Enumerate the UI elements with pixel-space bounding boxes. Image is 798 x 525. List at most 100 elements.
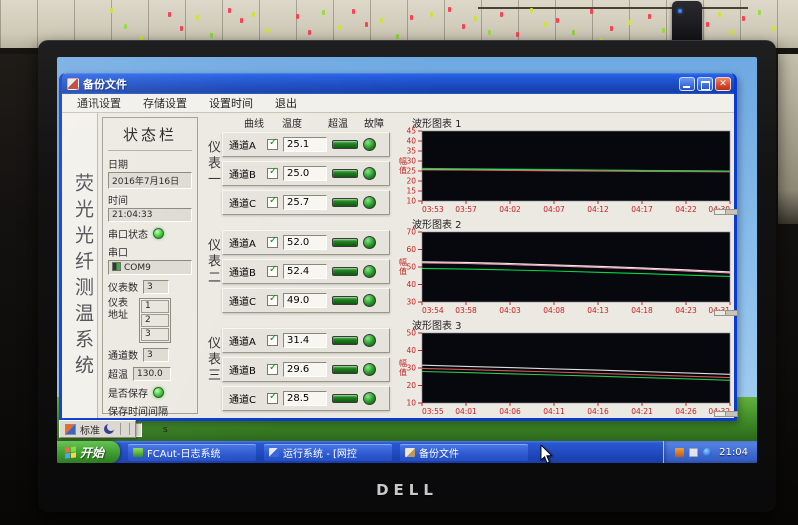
time-display: 21:04:33 xyxy=(108,208,192,222)
titlebar[interactable]: 备份文件 xyxy=(62,73,734,94)
status-panel-title: 状态栏 xyxy=(108,120,192,151)
curve-checkbox[interactable] xyxy=(267,295,278,306)
svg-text:04:02: 04:02 xyxy=(499,205,521,214)
curve-checkbox[interactable] xyxy=(267,266,278,277)
meter-address-list[interactable]: 1 2 3 xyxy=(139,298,171,343)
svg-text:10: 10 xyxy=(406,197,416,206)
taskbar-item-backup-file[interactable]: 备份文件 xyxy=(400,444,528,461)
meter-count-label: 仪表数 xyxy=(108,279,138,294)
overtemp-led xyxy=(332,394,358,403)
io-connector-icon xyxy=(112,262,121,271)
minimize-button[interactable] xyxy=(679,77,695,91)
svg-text:04:17: 04:17 xyxy=(631,205,653,214)
run-app-icon xyxy=(269,448,279,457)
meter-address-item[interactable]: 3 xyxy=(141,328,169,341)
waveform-chart-1: 波形图表 1 101520253035404503:5303:5704:0204… xyxy=(392,115,738,215)
date-label: 日期 xyxy=(108,156,192,171)
svg-text:04:26: 04:26 xyxy=(675,407,697,416)
serial-port-select[interactable]: COM9 xyxy=(108,260,192,275)
svg-text:04:07: 04:07 xyxy=(543,205,565,214)
chart-1-scrollbar[interactable] xyxy=(714,209,738,215)
curve-checkbox[interactable] xyxy=(267,197,278,208)
fault-led xyxy=(363,138,376,151)
curve-checkbox[interactable] xyxy=(267,364,278,375)
svg-text:50: 50 xyxy=(406,329,416,338)
temperature-display: 25.1 xyxy=(283,137,327,152)
taskbar-item-label: 运行系统 - [网控 xyxy=(283,445,357,460)
menu-comm-settings[interactable]: 通讯设置 xyxy=(66,95,132,111)
save-interval-unit: s xyxy=(163,425,168,435)
meter-count-input[interactable]: 3 xyxy=(143,280,169,294)
channel-row: 通道B 52.4 xyxy=(222,259,390,284)
instrument-1-name: 仪表一 xyxy=(203,140,222,220)
channel-label: 通道B xyxy=(229,362,262,377)
fault-led xyxy=(363,294,376,307)
time-label: 时间 xyxy=(108,192,192,207)
taskbar-item-run-system[interactable]: 运行系统 - [网控 xyxy=(264,444,392,461)
close-button[interactable] xyxy=(715,77,731,91)
svg-text:45: 45 xyxy=(406,127,416,136)
svg-text:幅: 幅 xyxy=(399,358,407,368)
overtemp-input[interactable]: 130.0 xyxy=(133,367,171,381)
taskbar-item-label: FCAut-日志系统 xyxy=(147,445,220,460)
channel-label: 通道B xyxy=(229,166,262,181)
meter-address-item[interactable]: 2 xyxy=(141,314,169,327)
chart-3-scrollbar[interactable] xyxy=(714,411,738,417)
svg-text:15: 15 xyxy=(406,187,416,196)
moon-icon[interactable] xyxy=(104,424,114,434)
menu-set-time[interactable]: 设置时间 xyxy=(198,95,264,111)
app-icon xyxy=(67,78,79,90)
input-method-icon[interactable] xyxy=(65,424,76,435)
waveform-chart-2: 波形图表 2 304050607003:5403:5804:0304:0804:… xyxy=(392,216,738,316)
channel-count-input[interactable]: 3 xyxy=(143,348,169,362)
tray-network-icon[interactable] xyxy=(703,448,712,457)
instrument-2-name: 仪表二 xyxy=(203,238,222,318)
meter-address-item[interactable]: 1 xyxy=(141,300,169,313)
menu-storage-settings[interactable]: 存储设置 xyxy=(132,95,198,111)
start-button[interactable]: 开始 xyxy=(57,441,120,463)
svg-text:幅: 幅 xyxy=(399,257,407,267)
channel-row: 通道B 29.6 xyxy=(222,357,390,382)
photo-scene: 备份文件 通讯设置 存储设置 设置时间 退出 荧光光纤测温系统 xyxy=(0,0,798,525)
channel-label: 通道B xyxy=(229,264,262,279)
screen: 备份文件 通讯设置 存储设置 设置时间 退出 荧光光纤测温系统 xyxy=(57,57,757,463)
fault-led xyxy=(363,392,376,405)
channel-row: 通道A 25.1 xyxy=(222,132,390,157)
save-status-led xyxy=(153,387,164,398)
channel-row: 通道C 25.7 xyxy=(222,190,390,215)
overtemp-led xyxy=(332,140,358,149)
mouse-cursor xyxy=(540,445,554,463)
curve-checkbox[interactable] xyxy=(267,393,278,404)
channel-row: 通道C 49.0 xyxy=(222,288,390,313)
menu-exit[interactable]: 退出 xyxy=(264,95,308,111)
language-bar-grip[interactable] xyxy=(120,423,130,435)
start-button-label: 开始 xyxy=(80,444,104,461)
tray-app-icon[interactable] xyxy=(689,448,698,457)
svg-text:20: 20 xyxy=(406,381,416,390)
app-window: 备份文件 通讯设置 存储设置 设置时间 退出 荧光光纤测温系统 xyxy=(59,73,737,421)
curve-checkbox[interactable] xyxy=(267,168,278,179)
taskbar-item-log-system[interactable]: FCAut-日志系统 xyxy=(128,444,256,461)
channel-row: 通道A 52.0 xyxy=(222,230,390,255)
curve-checkbox[interactable] xyxy=(267,139,278,150)
fault-led xyxy=(363,363,376,376)
maximize-button[interactable] xyxy=(697,77,713,91)
curve-checkbox[interactable] xyxy=(267,237,278,248)
tray-input-icon[interactable] xyxy=(675,448,684,457)
chart-3-plot: 102030405003:5504:0104:0604:1104:1604:21… xyxy=(392,329,738,417)
svg-text:30: 30 xyxy=(406,364,416,373)
svg-text:30: 30 xyxy=(406,298,416,307)
dell-logo: DELL xyxy=(38,481,776,499)
curve-checkbox[interactable] xyxy=(267,335,278,346)
channel-label: 通道A xyxy=(229,333,262,348)
overtemp-led xyxy=(332,336,358,345)
temperature-column-header: 温度 xyxy=(282,115,302,130)
channel-label: 通道C xyxy=(229,293,262,308)
svg-text:03:54: 03:54 xyxy=(422,306,444,315)
svg-text:40: 40 xyxy=(406,346,416,355)
chart-2-scrollbar[interactable] xyxy=(714,310,738,316)
taskbar-clock: 21:04 xyxy=(719,447,748,458)
language-bar[interactable]: 标准 xyxy=(59,420,136,438)
windows-logo-icon xyxy=(65,446,76,458)
chart-1-title: 波形图表 1 xyxy=(412,115,738,127)
